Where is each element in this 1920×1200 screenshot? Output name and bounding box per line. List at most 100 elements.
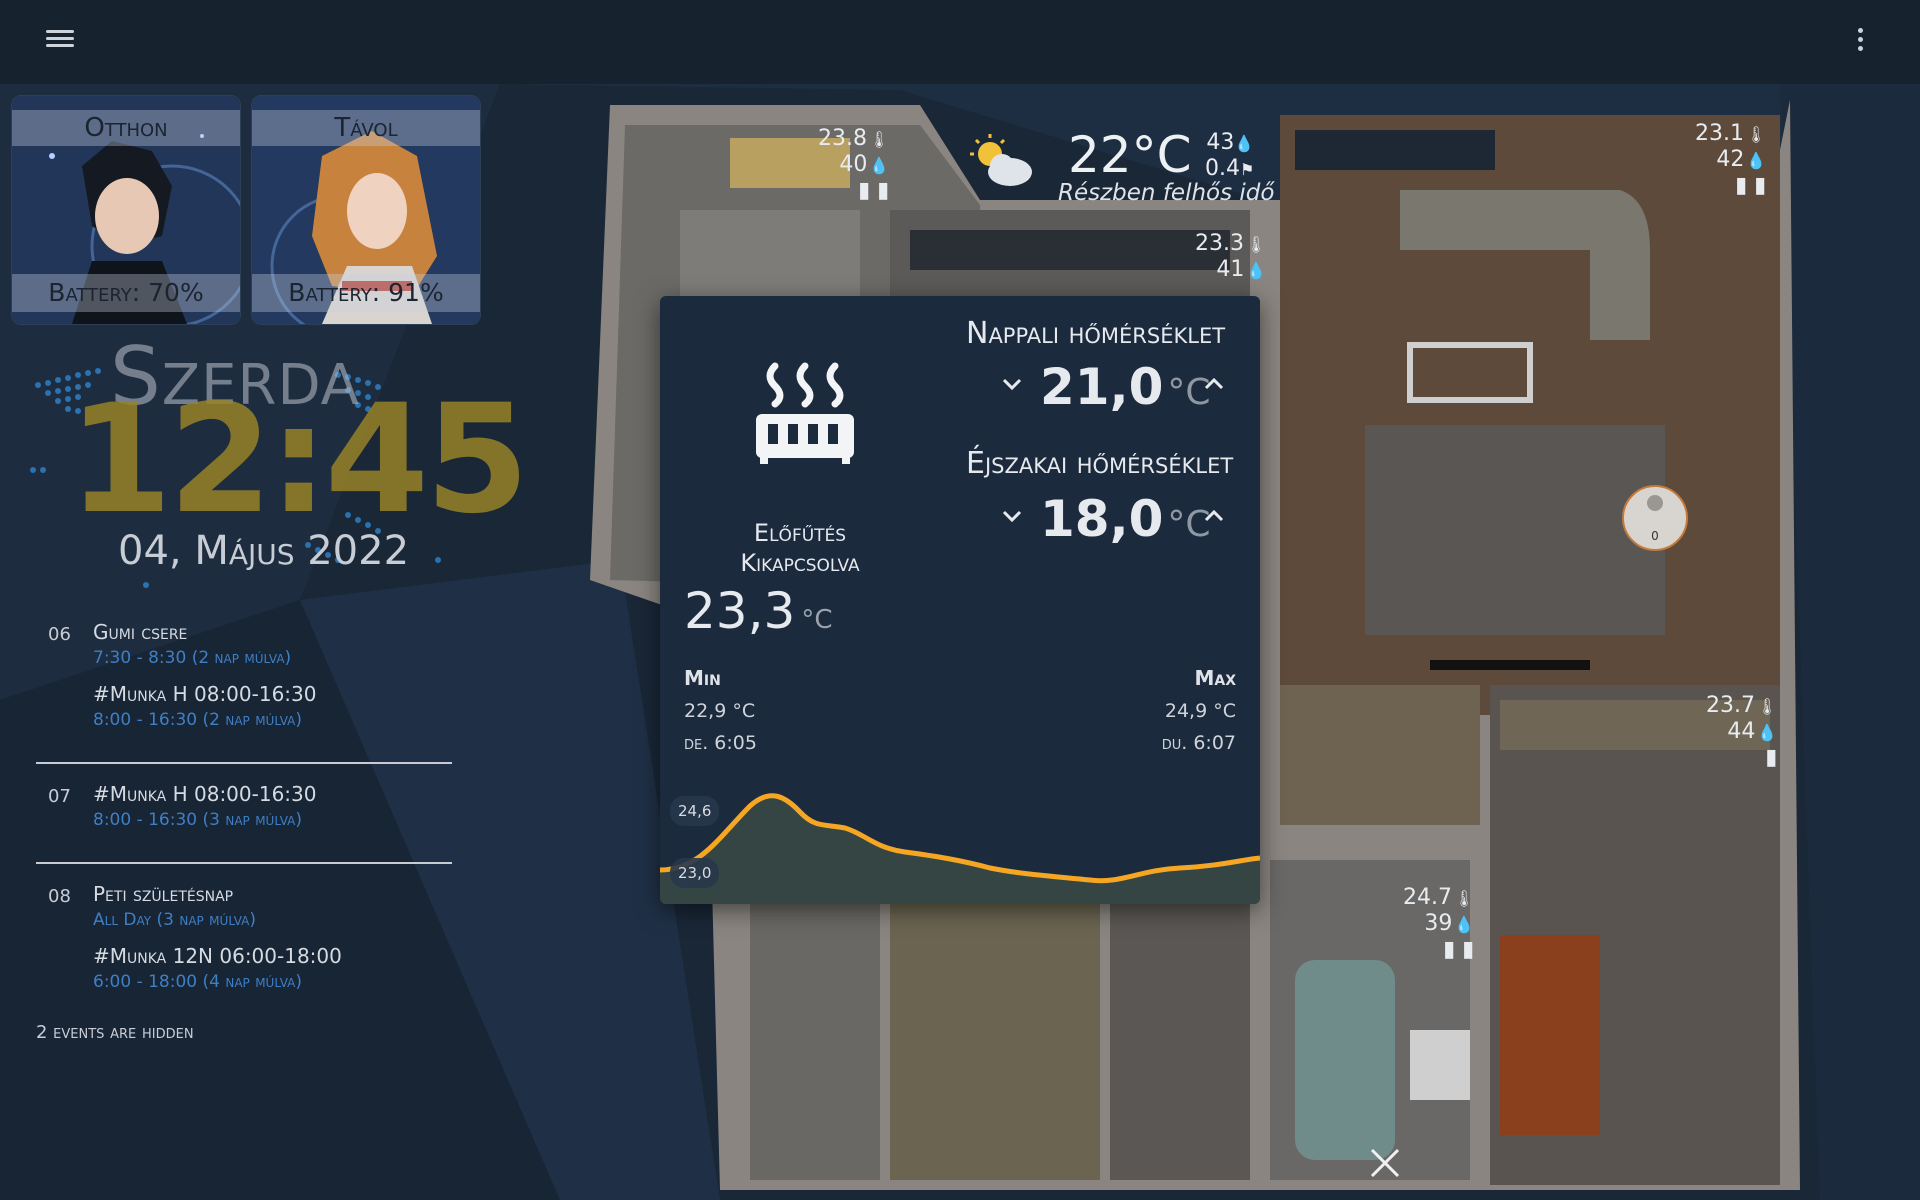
thermometer-icon: 🌡: [1245, 235, 1267, 254]
event-title: #Munka H 08:00-16:30: [93, 782, 317, 806]
partly-cloudy-icon: [970, 134, 1032, 186]
sparkline-max-label: 24,6: [670, 796, 720, 826]
max-value: 24,9 °C: [1164, 700, 1236, 722]
day-temp-control: 21,0 °C: [998, 356, 1238, 416]
humidity-icon: 💧: [1234, 134, 1255, 153]
night-temp-number: 18,0: [1040, 490, 1164, 548]
room-sensor: 24.7 🌡 39 💧 ▮ ▮: [1403, 885, 1474, 962]
hamburger-menu-icon: [46, 30, 74, 33]
event-title: #Munka H 08:00-16:30: [93, 682, 317, 706]
presence-card-tavol[interactable]: Távol Battery: 91%: [251, 95, 481, 325]
day-divider: [36, 862, 452, 864]
chevron-up-icon[interactable]: [1200, 502, 1228, 530]
chevron-up-icon[interactable]: [1200, 370, 1228, 398]
hvac-mode-line2: Kikapcsolva: [740, 549, 860, 577]
day-temp-label: Nappali hőmérséklet: [966, 316, 1226, 351]
event-time: All Day (3 nap múlva): [93, 910, 256, 930]
thermometer-icon: 🌡: [1756, 697, 1778, 716]
date-label: 04, Május 2022: [118, 528, 410, 574]
more-options-button[interactable]: [1842, 24, 1878, 60]
humidity-icon: 💧: [869, 156, 890, 175]
calendar-event[interactable]: #Munka H 08:00-16:30 8:00 - 16:30 (2 nap…: [93, 682, 456, 730]
night-temp-label: Éjszakai hőmérséklet: [966, 446, 1234, 481]
battery-icon: ▮ ▮: [1443, 937, 1475, 962]
more-dot: [1857, 37, 1863, 42]
thermometer-icon: 🌡: [1745, 125, 1767, 144]
thermometer-icon: 🌡: [868, 130, 890, 149]
event-title: Peti születésnap: [93, 882, 234, 906]
sparkline-area: [660, 795, 1260, 904]
day-number: 08: [48, 886, 71, 907]
calendar-event[interactable]: Peti születésnap All Day (3 nap múlva): [93, 882, 456, 930]
temperature-value: 23.1: [1695, 121, 1744, 146]
wind-flag-icon: ⚑: [1240, 160, 1255, 179]
thermostat-card[interactable]: Előfűtés Kikapcsolva 23,3 °C Nappali hőmé…: [660, 296, 1260, 904]
chevron-down-icon[interactable]: [998, 502, 1026, 530]
temperature-value: 24.7: [1403, 885, 1452, 910]
chevron-down-icon[interactable]: [998, 370, 1026, 398]
calendar-list: 06 Gumi csere 7:30 - 8:30 (2 nap múlva) …: [36, 620, 456, 1043]
day-divider: [36, 762, 452, 764]
night-temp-value: 18,0 °C: [1040, 490, 1211, 548]
min-label: Min: [684, 666, 721, 690]
temperature-history-sparkline: [660, 793, 1260, 904]
event-time: 8:00 - 16:30 (2 nap múlva): [93, 710, 302, 730]
calendar-event[interactable]: #Munka H 08:00-16:30 8:00 - 16:30 (3 nap…: [93, 782, 456, 830]
hidden-events-note: 2 events are hidden: [36, 1022, 194, 1043]
night-temp-control: 18,0 °C: [998, 488, 1238, 548]
more-vertical-icon: [1857, 28, 1863, 33]
temperature-value: 23.7: [1706, 693, 1755, 718]
humidity-value: 39: [1424, 911, 1453, 936]
humidity-icon: 💧: [1454, 915, 1475, 934]
humidity-value: 42: [1716, 147, 1745, 172]
weather-wind: 0.4: [1205, 156, 1240, 181]
humidity-value: 40: [839, 152, 868, 177]
humidity-value: 44: [1727, 719, 1756, 744]
close-icon[interactable]: [1368, 1146, 1402, 1180]
presence-name: Távol: [252, 110, 480, 146]
menu-button[interactable]: [40, 26, 80, 58]
battery-icon: ▮ ▮: [1735, 173, 1767, 198]
max-label: Max: [1194, 666, 1236, 690]
humidity-value: 41: [1216, 257, 1245, 282]
min-value: 22,9 °C: [684, 700, 756, 722]
room-sensor: 23.8 🌡 40 💧 ▮ ▮: [818, 126, 889, 203]
more-dot: [1857, 46, 1863, 51]
battery-icon: ▮ ▮: [858, 178, 890, 203]
thermometer-icon: 🌡: [1453, 889, 1475, 908]
hamburger-line: [46, 44, 74, 47]
current-temperature: 23,3 °C: [684, 582, 832, 640]
weather-temperature: 22°C: [1068, 126, 1192, 184]
calendar-event[interactable]: Gumi csere 7:30 - 8:30 (2 nap múlva): [93, 620, 456, 668]
battery-icon: ▮: [1765, 745, 1778, 770]
temperature-value: 23.8: [818, 126, 867, 151]
min-time: de. 6:05: [684, 732, 757, 754]
presence-card-otthon[interactable]: Otthon Battery: 70%: [11, 95, 241, 325]
temperature-unit: °C: [801, 605, 833, 635]
temperature-value: 23.3: [1195, 231, 1244, 256]
event-time: 7:30 - 8:30 (2 nap múlva): [93, 648, 292, 668]
presence-name: Otthon: [12, 110, 240, 146]
event-title: Gumi csere: [93, 620, 188, 644]
clock-time: 12:45: [68, 373, 529, 547]
day-temp-value: 21,0 °C: [1040, 358, 1211, 416]
battery-level: Battery: 70%: [12, 274, 240, 312]
weather-condition: Részben felhős idő: [1058, 180, 1275, 206]
humidity-icon: 💧: [1746, 151, 1767, 170]
weather-details: 43💧 0.4⚑: [1205, 130, 1254, 182]
event-time: 8:00 - 16:30 (3 nap múlva): [93, 810, 302, 830]
hvac-mode-line1: Előfűtés: [753, 519, 847, 547]
calendar-event[interactable]: #Munka 12N 06:00-18:00 6:00 - 18:00 (4 n…: [93, 944, 456, 992]
max-time: du. 6:07: [1161, 732, 1236, 754]
room-sensor: 23.1 🌡 42 💧 ▮ ▮: [1695, 121, 1766, 198]
room-sensor: 23.3 🌡 41 💧: [1195, 231, 1266, 283]
calendar-day: 07 #Munka H 08:00-16:30 8:00 - 16:30 (3 …: [36, 782, 456, 856]
day-number: 06: [48, 624, 71, 645]
weather-humidity: 43: [1206, 130, 1235, 155]
humidity-icon: 💧: [1246, 261, 1267, 280]
room-sensor: 23.7 🌡 44 💧 ▮: [1706, 693, 1777, 770]
sparkline-min-label: 23,0: [670, 858, 720, 888]
calendar-day: 08 Peti születésnap All Day (3 nap múlva…: [36, 882, 456, 1018]
svg-text:0: 0: [1651, 529, 1659, 543]
hvac-mode: Előfűtés Kikapcsolva: [680, 518, 920, 578]
